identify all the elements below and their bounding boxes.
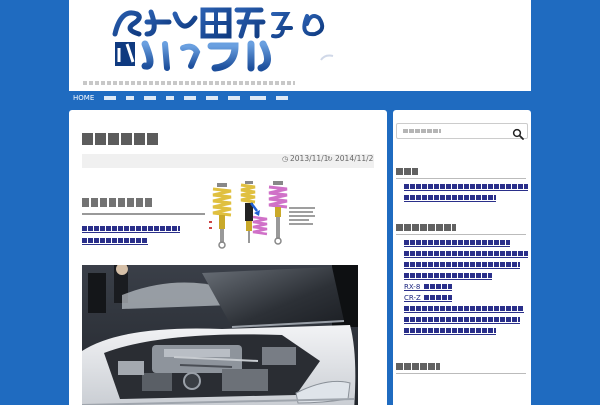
link-underline [404,201,496,202]
widget-divider [396,178,526,179]
sidebar-link[interactable] [404,315,520,325]
modified-date-text: 2014/11/2 [335,154,374,163]
sidebar-link[interactable] [404,271,492,281]
link-text-placeholder [404,251,528,256]
nav-item[interactable] [161,91,179,105]
link-text-placeholder [424,295,452,300]
site-tagline [83,78,523,88]
nav-item[interactable] [121,91,139,105]
sidebar-link[interactable] [404,193,496,203]
related-heading [82,196,205,210]
nav-item-label-placeholder [144,96,157,100]
related-box [82,190,205,250]
widget-divider [396,373,526,374]
clock-icon: ◷ [282,155,289,163]
link-text-placeholder [404,273,492,278]
link-underline [404,301,452,302]
page-wrapper: HOME ◷ 2013/11/1 ↻ 2014/11/2 RX-8 CR-Z [69,0,531,405]
site-logo[interactable] [111,4,339,76]
main-content: ◷ 2013/11/1 ↻ 2014/11/2 [69,110,387,405]
link-text-placeholder [404,195,496,200]
related-link[interactable] [82,236,148,246]
sidebar-link[interactable] [404,326,496,336]
search-input[interactable] [401,125,509,137]
nav-item[interactable] [245,91,271,105]
link-underline [82,232,180,233]
link-underline [404,334,496,335]
link-underline [404,268,520,269]
global-nav: HOME [69,91,531,105]
link-text-placeholder [424,284,452,289]
sidebar-link-rx8[interactable]: RX-8 [404,282,464,292]
link-text-placeholder [404,317,520,322]
link-underline [404,279,492,280]
modified-date: ↻ 2014/11/2 [327,154,373,168]
related-divider [82,213,205,215]
link-underline [404,190,528,191]
widget-title-placeholder [396,168,418,175]
link-underline [82,244,148,245]
sidebar-link-crz[interactable]: CR-Z [404,293,464,303]
published-date-text: 2013/11/1 [290,154,329,163]
search-icon[interactable] [512,125,524,140]
sidebar-link[interactable] [404,304,524,314]
search-box[interactable] [396,123,528,140]
sidebar-link[interactable] [404,182,528,192]
nav-item-label: HOME [73,94,95,102]
coilover-diagram [209,181,315,249]
link-text-placeholder [404,328,496,333]
nav-item[interactable] [179,91,201,105]
link-underline [404,257,528,258]
nav-item[interactable] [139,91,161,105]
nav-item-label-placeholder [126,96,135,100]
widget-divider [396,234,526,235]
widget-title-placeholder [396,224,456,231]
nav-item-label-placeholder [184,96,197,100]
link-text-placeholder [404,306,524,311]
link-text-placeholder [404,262,520,267]
site-header [69,0,531,91]
link-underline [404,246,510,247]
post-title [82,130,372,148]
published-date: ◷ 2013/11/1 [282,154,328,168]
coilover-diagram-image [207,177,319,257]
nav-item-label-placeholder [250,96,267,100]
link-text-placeholder [404,184,528,189]
logo-graphic [112,7,334,72]
nav-item-label-placeholder [166,96,175,100]
sidebar-link[interactable] [404,238,510,248]
nav-item[interactable] [271,91,293,105]
nav-item-label-placeholder [228,96,241,100]
magnifier-icon [512,128,524,140]
engine-bay-photo [82,265,358,405]
link-text-placeholder [82,238,148,243]
link-underline [404,323,520,324]
sidebar-link[interactable] [404,249,528,259]
link-underline [404,312,524,313]
engine-bay-graphic [82,265,358,405]
nav-item-home[interactable]: HOME [69,91,99,105]
link-underline [404,290,452,291]
widget-title-placeholder [396,363,440,370]
refresh-icon: ↻ [327,155,333,163]
nav-item-label-placeholder [104,96,117,100]
post-meta-bar: ◷ 2013/11/1 ↻ 2014/11/2 [82,154,374,168]
nav-item-label-placeholder [276,96,289,100]
nav-item-label-placeholder [206,96,219,100]
link-text-placeholder [404,240,510,245]
sidebar-link[interactable] [404,260,520,270]
link-text-placeholder [82,226,180,231]
nav-item[interactable] [99,91,121,105]
related-link[interactable] [82,224,180,234]
nav-item[interactable] [223,91,245,105]
nav-item[interactable] [201,91,223,105]
sidebar: RX-8 CR-Z [393,110,531,405]
